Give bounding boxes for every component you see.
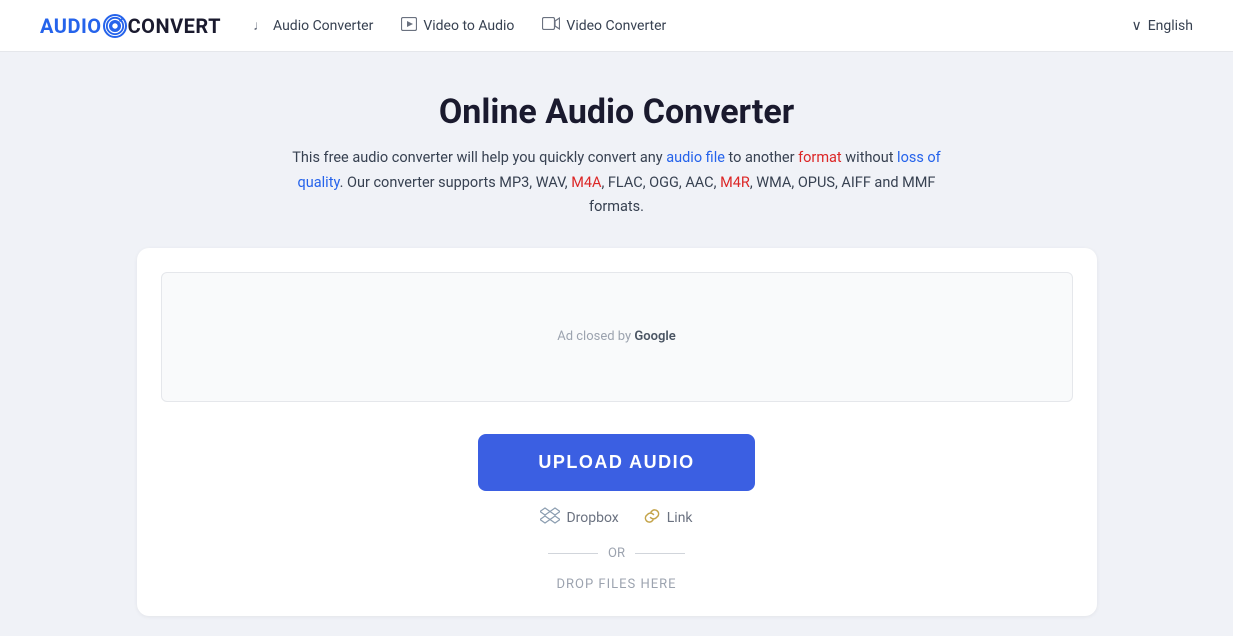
music-icon: ♩: [253, 17, 267, 34]
nav-video-to-audio-label: Video to Audio: [423, 18, 514, 34]
nav-video-converter[interactable]: Video Converter: [542, 17, 666, 34]
logo-audio-text: AUDIO: [40, 14, 102, 38]
language-selector[interactable]: ∨ English: [1131, 18, 1193, 34]
ad-google-label: Google: [634, 329, 675, 344]
play-icon: [401, 17, 417, 35]
nav-audio-converter-label: Audio Converter: [273, 18, 373, 34]
link-label: Link: [667, 510, 693, 526]
logo-convert-text: CONVERT: [128, 14, 221, 38]
ad-area: Ad closed by Google: [161, 272, 1073, 402]
nav-links: ♩ Audio Converter Video to Audio: [253, 17, 666, 35]
ad-text: Ad closed by Google: [557, 329, 676, 344]
link-link[interactable]: Link: [643, 507, 693, 529]
dropbox-link[interactable]: Dropbox: [540, 507, 618, 530]
or-line-right: [635, 553, 685, 554]
header: AUDIO CONVERT ♩ Audio Converter: [0, 0, 1233, 52]
subtitle-highlight-2: format: [798, 149, 842, 166]
drop-files-label: DROP FILES HERE: [556, 577, 676, 592]
subtitle-highlight-5: M4R: [720, 174, 750, 191]
main-content: Online Audio Converter This free audio c…: [0, 52, 1233, 636]
subtitle-highlight-4: M4A: [571, 174, 601, 191]
subtitle-highlight-1: audio file: [666, 149, 725, 166]
upload-section: UPLOAD AUDIO Dropbox: [161, 434, 1073, 592]
language-label: English: [1148, 18, 1193, 34]
nav-audio-converter[interactable]: ♩ Audio Converter: [253, 17, 373, 34]
header-left: AUDIO CONVERT ♩ Audio Converter: [40, 14, 666, 38]
logo[interactable]: AUDIO CONVERT: [40, 14, 221, 38]
subtitle: This free audio converter will help you …: [277, 146, 957, 220]
or-line-left: [548, 553, 598, 554]
chevron-down-icon: ∨: [1131, 18, 1141, 34]
dropbox-label: Dropbox: [566, 510, 618, 526]
dropbox-icon: [540, 507, 560, 530]
logo-icon: [103, 14, 127, 38]
subtitle-highlight-3: loss of quality: [298, 149, 941, 191]
nav-video-converter-label: Video Converter: [566, 18, 666, 34]
upload-links: Dropbox Link: [540, 507, 692, 530]
nav-video-to-audio[interactable]: Video to Audio: [401, 17, 514, 35]
upload-audio-button[interactable]: UPLOAD AUDIO: [478, 434, 754, 491]
or-label: OR: [608, 546, 625, 561]
page-title: Online Audio Converter: [439, 92, 794, 132]
video-icon: [542, 17, 560, 34]
upload-card: Ad closed by Google UPLOAD AUDIO Dropbox: [137, 248, 1097, 616]
or-divider: OR: [548, 546, 685, 561]
ad-closed-label: Ad closed by: [557, 329, 631, 344]
link-icon: [643, 507, 661, 529]
